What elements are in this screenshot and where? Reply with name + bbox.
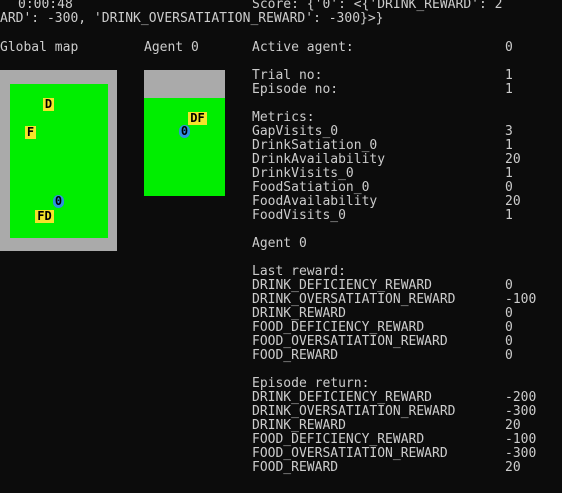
metric-row: FoodSatiation_0 0 [252, 181, 552, 195]
metric-row-value: 1 [505, 138, 513, 153]
agent-view-agent-marker: 0 [179, 124, 190, 138]
last-reward-row: FOOD_DEFICIENCY_REWARD 0 [252, 321, 552, 335]
metric-row-name: DrinkVisits_0 [252, 166, 354, 181]
last-reward-row: FOOD_REWARD 0 [252, 349, 552, 363]
agent-view-field [144, 98, 225, 196]
last-reward-row-name: FOOD_REWARD [252, 348, 339, 363]
episode-return-row-name: FOOD_REWARD [252, 460, 339, 475]
episode-return-row: DRINK_DEFICIENCY_REWARD -200 [252, 391, 552, 405]
last-reward-row: DRINK_DEFICIENCY_REWARD 0 [252, 279, 552, 293]
last-reward-row-name: FOOD_DEFICIENCY_REWARD [252, 320, 425, 335]
last-reward-row-name: DRINK_OVERSATIATION_REWARD [252, 292, 456, 307]
episode-return-row-value: -200 [505, 390, 537, 405]
metric-row-name: FoodSatiation_0 [252, 180, 370, 195]
last-reward-row-value: -100 [505, 292, 537, 307]
episode-return-row-name: DRINK_REWARD [252, 418, 346, 433]
episode-return-row-value: -100 [505, 432, 537, 447]
episode-return-list: DRINK_DEFICIENCY_REWARD -200 DRINK_OVERSAT… [252, 391, 552, 475]
map-cell-drink: D [43, 97, 54, 111]
last-reward-row-value: 0 [505, 334, 513, 349]
metric-row-value: 0 [505, 180, 513, 195]
metric-row-name: DrinkSatiation_0 [252, 138, 378, 153]
map-agent-marker: 0 [53, 194, 64, 208]
episode-value: 1 [505, 82, 513, 97]
agent-view-cell-drink-food: DF [188, 112, 207, 125]
last-reward-row-value: 0 [505, 348, 513, 363]
metric-row: DrinkAvailability 20 [252, 153, 552, 167]
episode-return-row: FOOD_OVERSATIATION_REWARD -300 [252, 447, 552, 461]
trial-value: 1 [505, 68, 513, 83]
episode-return-row: FOOD_REWARD 20 [252, 461, 552, 475]
metrics-title: Metrics: [252, 110, 315, 125]
episode-return-row-name: FOOD_DEFICIENCY_REWARD [252, 432, 425, 447]
episode-return-row-value: 20 [505, 460, 521, 475]
last-reward-row-name: DRINK_REWARD [252, 306, 346, 321]
episode-return-row-value: 20 [505, 418, 521, 433]
episode-label: Episode no: [252, 82, 339, 97]
episode-return-title: Episode return: [252, 376, 370, 391]
metric-row-name: FoodVisits_0 [252, 208, 346, 223]
metric-row-name: FoodAvailability [252, 194, 378, 209]
last-reward-row-value: 0 [505, 306, 513, 321]
metric-row-value: 20 [505, 194, 521, 209]
episode-return-row-name: DRINK_DEFICIENCY_REWARD [252, 390, 433, 405]
episode-return-row: FOOD_DEFICIENCY_REWARD -100 [252, 433, 552, 447]
metric-row: DrinkSatiation_0 1 [252, 139, 552, 153]
metric-row-value: 20 [505, 152, 521, 167]
metric-row-name: GapVisits_0 [252, 124, 339, 139]
last-reward-row-name: FOOD_OVERSATIATION_REWARD [252, 334, 448, 349]
last-reward-title: Last reward: [252, 264, 346, 279]
episode-return-row-value: -300 [505, 404, 537, 419]
episode-return-row-name: DRINK_OVERSATIATION_REWARD [252, 404, 456, 419]
map-cell-food: F [25, 125, 36, 139]
episode-return-row: DRINK_REWARD 20 [252, 419, 552, 433]
metric-row: GapVisits_0 3 [252, 125, 552, 139]
score-line-2: ARD': -300, 'DRINK_OVERSATIATION_REWARD'… [0, 11, 384, 26]
trial-label: Trial no: [252, 68, 323, 83]
metric-row-value: 1 [505, 208, 513, 223]
metric-row: DrinkVisits_0 1 [252, 167, 552, 181]
last-reward-list: DRINK_DEFICIENCY_REWARD 0 DRINK_OVERSATIAT… [252, 279, 552, 363]
agent-view-wall [144, 70, 225, 99]
global-map-title: Global map [0, 40, 79, 55]
active-agent-label: Active agent: [252, 40, 354, 55]
metric-row: FoodAvailability 20 [252, 195, 552, 209]
episode-return-row-name: FOOD_OVERSATIATION_REWARD [252, 446, 448, 461]
agent-heading: Agent 0 [252, 236, 307, 251]
global-map-field [10, 84, 108, 238]
episode-return-row-value: -300 [505, 446, 537, 461]
training-visualizer-window: { "header": { "time": "0:00:48", "score_… [0, 0, 562, 493]
last-reward-row: DRINK_REWARD 0 [252, 307, 552, 321]
metric-row: FoodVisits_0 1 [252, 209, 552, 223]
active-agent-value: 0 [505, 40, 513, 55]
last-reward-row: FOOD_OVERSATIATION_REWARD 0 [252, 335, 552, 349]
last-reward-row-name: DRINK_DEFICIENCY_REWARD [252, 278, 433, 293]
last-reward-row: DRINK_OVERSATIATION_REWARD -100 [252, 293, 552, 307]
metric-row-name: DrinkAvailability [252, 152, 386, 167]
last-reward-row-value: 0 [505, 278, 513, 293]
metrics-list: GapVisits_0 3 DrinkSatiation_0 1 DrinkAvaila… [252, 125, 552, 223]
episode-return-row: DRINK_OVERSATIATION_REWARD -300 [252, 405, 552, 419]
agent-view-title: Agent 0 [144, 40, 199, 55]
last-reward-row-value: 0 [505, 320, 513, 335]
metric-row-value: 1 [505, 166, 513, 181]
map-cell-food-drink: FD [35, 210, 54, 223]
metric-row-value: 3 [505, 124, 513, 139]
